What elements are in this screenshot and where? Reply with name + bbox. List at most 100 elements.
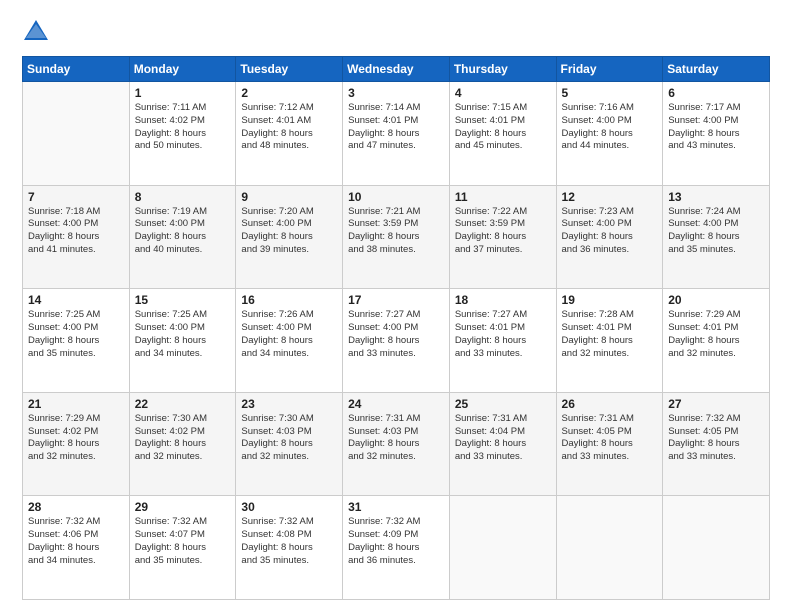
calendar-cell: 14Sunrise: 7:25 AMSunset: 4:00 PMDayligh…	[23, 289, 130, 393]
day-number: 28	[28, 500, 124, 514]
day-number: 24	[348, 397, 444, 411]
cell-info-line: Daylight: 8 hours	[135, 335, 231, 348]
day-number: 8	[135, 190, 231, 204]
cell-info-line: Sunset: 4:00 PM	[135, 322, 231, 335]
day-number: 25	[455, 397, 551, 411]
day-number: 1	[135, 86, 231, 100]
day-number: 4	[455, 86, 551, 100]
day-header: Friday	[556, 57, 663, 82]
cell-info-line: Sunrise: 7:31 AM	[562, 413, 658, 426]
cell-info-line: Sunrise: 7:28 AM	[562, 309, 658, 322]
cell-info-line: Sunset: 3:59 PM	[455, 218, 551, 231]
cell-info-line: and 47 minutes.	[348, 140, 444, 153]
calendar-cell: 11Sunrise: 7:22 AMSunset: 3:59 PMDayligh…	[449, 185, 556, 289]
cell-info-line: Sunrise: 7:32 AM	[348, 516, 444, 529]
cell-info-line: Daylight: 8 hours	[562, 438, 658, 451]
calendar-cell: 17Sunrise: 7:27 AMSunset: 4:00 PMDayligh…	[343, 289, 450, 393]
cell-info-line: and 34 minutes.	[135, 348, 231, 361]
cell-info-line: Sunset: 4:02 PM	[135, 115, 231, 128]
calendar-cell: 2Sunrise: 7:12 AMSunset: 4:01 AMDaylight…	[236, 82, 343, 186]
cell-info-line: and 32 minutes.	[348, 451, 444, 464]
cell-info-line: Sunset: 4:00 PM	[348, 322, 444, 335]
cell-info-line: Daylight: 8 hours	[455, 438, 551, 451]
cell-info-line: and 48 minutes.	[241, 140, 337, 153]
cell-info-line: Sunset: 4:00 PM	[241, 322, 337, 335]
cell-info-line: Sunset: 4:00 PM	[668, 115, 764, 128]
cell-info-line: and 32 minutes.	[562, 348, 658, 361]
cell-info-line: Sunrise: 7:32 AM	[241, 516, 337, 529]
cell-info-line: Sunrise: 7:24 AM	[668, 206, 764, 219]
cell-info-line: Daylight: 8 hours	[135, 542, 231, 555]
calendar-cell: 30Sunrise: 7:32 AMSunset: 4:08 PMDayligh…	[236, 496, 343, 600]
cell-info-line: Sunset: 4:00 PM	[135, 218, 231, 231]
cell-info-line: and 33 minutes.	[668, 451, 764, 464]
day-number: 27	[668, 397, 764, 411]
day-header: Sunday	[23, 57, 130, 82]
cell-info-line: and 32 minutes.	[28, 451, 124, 464]
cell-info-line: Sunrise: 7:19 AM	[135, 206, 231, 219]
cell-info-line: Sunset: 4:00 PM	[668, 218, 764, 231]
cell-info-line: and 34 minutes.	[241, 348, 337, 361]
calendar-cell: 27Sunrise: 7:32 AMSunset: 4:05 PMDayligh…	[663, 392, 770, 496]
cell-info-line: and 50 minutes.	[135, 140, 231, 153]
calendar-cell: 25 Sunrise: 7:31 AMSunset: 4:04 PMDayligh…	[449, 392, 556, 496]
header	[22, 18, 770, 46]
calendar-cell: 7Sunrise: 7:18 AMSunset: 4:00 PMDaylight…	[23, 185, 130, 289]
cell-info-line: Sunset: 4:04 PM	[455, 426, 551, 439]
cell-info-line: Sunrise: 7:31 AM	[348, 413, 444, 426]
cell-info-line: Sunrise: 7:18 AM	[28, 206, 124, 219]
cell-info-line: and 45 minutes.	[455, 140, 551, 153]
calendar-cell: 15Sunrise: 7:25 AMSunset: 4:00 PMDayligh…	[129, 289, 236, 393]
calendar-cell: 19Sunrise: 7:28 AMSunset: 4:01 PMDayligh…	[556, 289, 663, 393]
cell-info-line: and 33 minutes.	[455, 348, 551, 361]
cell-info-line: Daylight: 8 hours	[668, 335, 764, 348]
day-number: 26	[562, 397, 658, 411]
day-number: 5	[562, 86, 658, 100]
calendar-cell: 1Sunrise: 7:11 AMSunset: 4:02 PMDaylight…	[129, 82, 236, 186]
calendar-cell: 13Sunrise: 7:24 AMSunset: 4:00 PMDayligh…	[663, 185, 770, 289]
day-header: Monday	[129, 57, 236, 82]
cell-info-line: Sunset: 3:59 PM	[348, 218, 444, 231]
cell-info-line: Sunrise: 7:27 AM	[348, 309, 444, 322]
calendar-week-row: 1Sunrise: 7:11 AMSunset: 4:02 PMDaylight…	[23, 82, 770, 186]
day-number: 14	[28, 293, 124, 307]
cell-info-line: and 36 minutes.	[562, 244, 658, 257]
cell-info-line: Sunset: 4:00 PM	[562, 218, 658, 231]
day-number: 20	[668, 293, 764, 307]
cell-info-line: Sunrise: 7:32 AM	[668, 413, 764, 426]
day-number: 3	[348, 86, 444, 100]
cell-info-line: and 34 minutes.	[28, 555, 124, 568]
cell-info-line: Sunset: 4:01 PM	[348, 115, 444, 128]
calendar-week-row: 21Sunrise: 7:29 AMSunset: 4:02 PMDayligh…	[23, 392, 770, 496]
calendar-cell: 5Sunrise: 7:16 AMSunset: 4:00 PMDaylight…	[556, 82, 663, 186]
cell-info-line: and 39 minutes.	[241, 244, 337, 257]
cell-info-line: Sunset: 4:06 PM	[28, 529, 124, 542]
cell-info-line: Sunrise: 7:26 AM	[241, 309, 337, 322]
cell-info-line: Sunset: 4:01 PM	[455, 322, 551, 335]
cell-info-line: Sunset: 4:01 PM	[455, 115, 551, 128]
cell-info-line: and 35 minutes.	[135, 555, 231, 568]
day-number: 17	[348, 293, 444, 307]
cell-info-line: Sunrise: 7:25 AM	[28, 309, 124, 322]
cell-info-line: and 43 minutes.	[668, 140, 764, 153]
cell-info-line: Daylight: 8 hours	[348, 542, 444, 555]
cell-info-line: Sunrise: 7:11 AM	[135, 102, 231, 115]
cell-info-line: Sunset: 4:00 PM	[241, 218, 337, 231]
calendar-cell: 6Sunrise: 7:17 AMSunset: 4:00 PMDaylight…	[663, 82, 770, 186]
calendar-week-row: 28 Sunrise: 7:32 AM Sunset: 4:06 PM Dayligh…	[23, 496, 770, 600]
calendar-week-row: 7Sunrise: 7:18 AMSunset: 4:00 PMDaylight…	[23, 185, 770, 289]
cell-info-line: Daylight: 8 hours	[348, 231, 444, 244]
cell-info-line: Sunrise: 7:31 AM	[455, 413, 551, 426]
day-number: 31	[348, 500, 444, 514]
cell-info-line: and 35 minutes.	[28, 348, 124, 361]
cell-info-line: Sunrise: 7:16 AM	[562, 102, 658, 115]
calendar-cell: 20Sunrise: 7:29 AMSunset: 4:01 PMDayligh…	[663, 289, 770, 393]
cell-info-line: Sunrise: 7:30 AM	[241, 413, 337, 426]
calendar-cell: 31Sunrise: 7:32 AMSunset: 4:09 PMDayligh…	[343, 496, 450, 600]
cell-info-line: Sunrise: 7:25 AM	[135, 309, 231, 322]
calendar-cell: 21Sunrise: 7:29 AMSunset: 4:02 PMDayligh…	[23, 392, 130, 496]
calendar-header-row: SundayMondayTuesdayWednesdayThursdayFrid…	[23, 57, 770, 82]
day-number: 9	[241, 190, 337, 204]
cell-info-line: and 40 minutes.	[135, 244, 231, 257]
calendar-cell: 29Sunrise: 7:32 AMSunset: 4:07 PMDayligh…	[129, 496, 236, 600]
